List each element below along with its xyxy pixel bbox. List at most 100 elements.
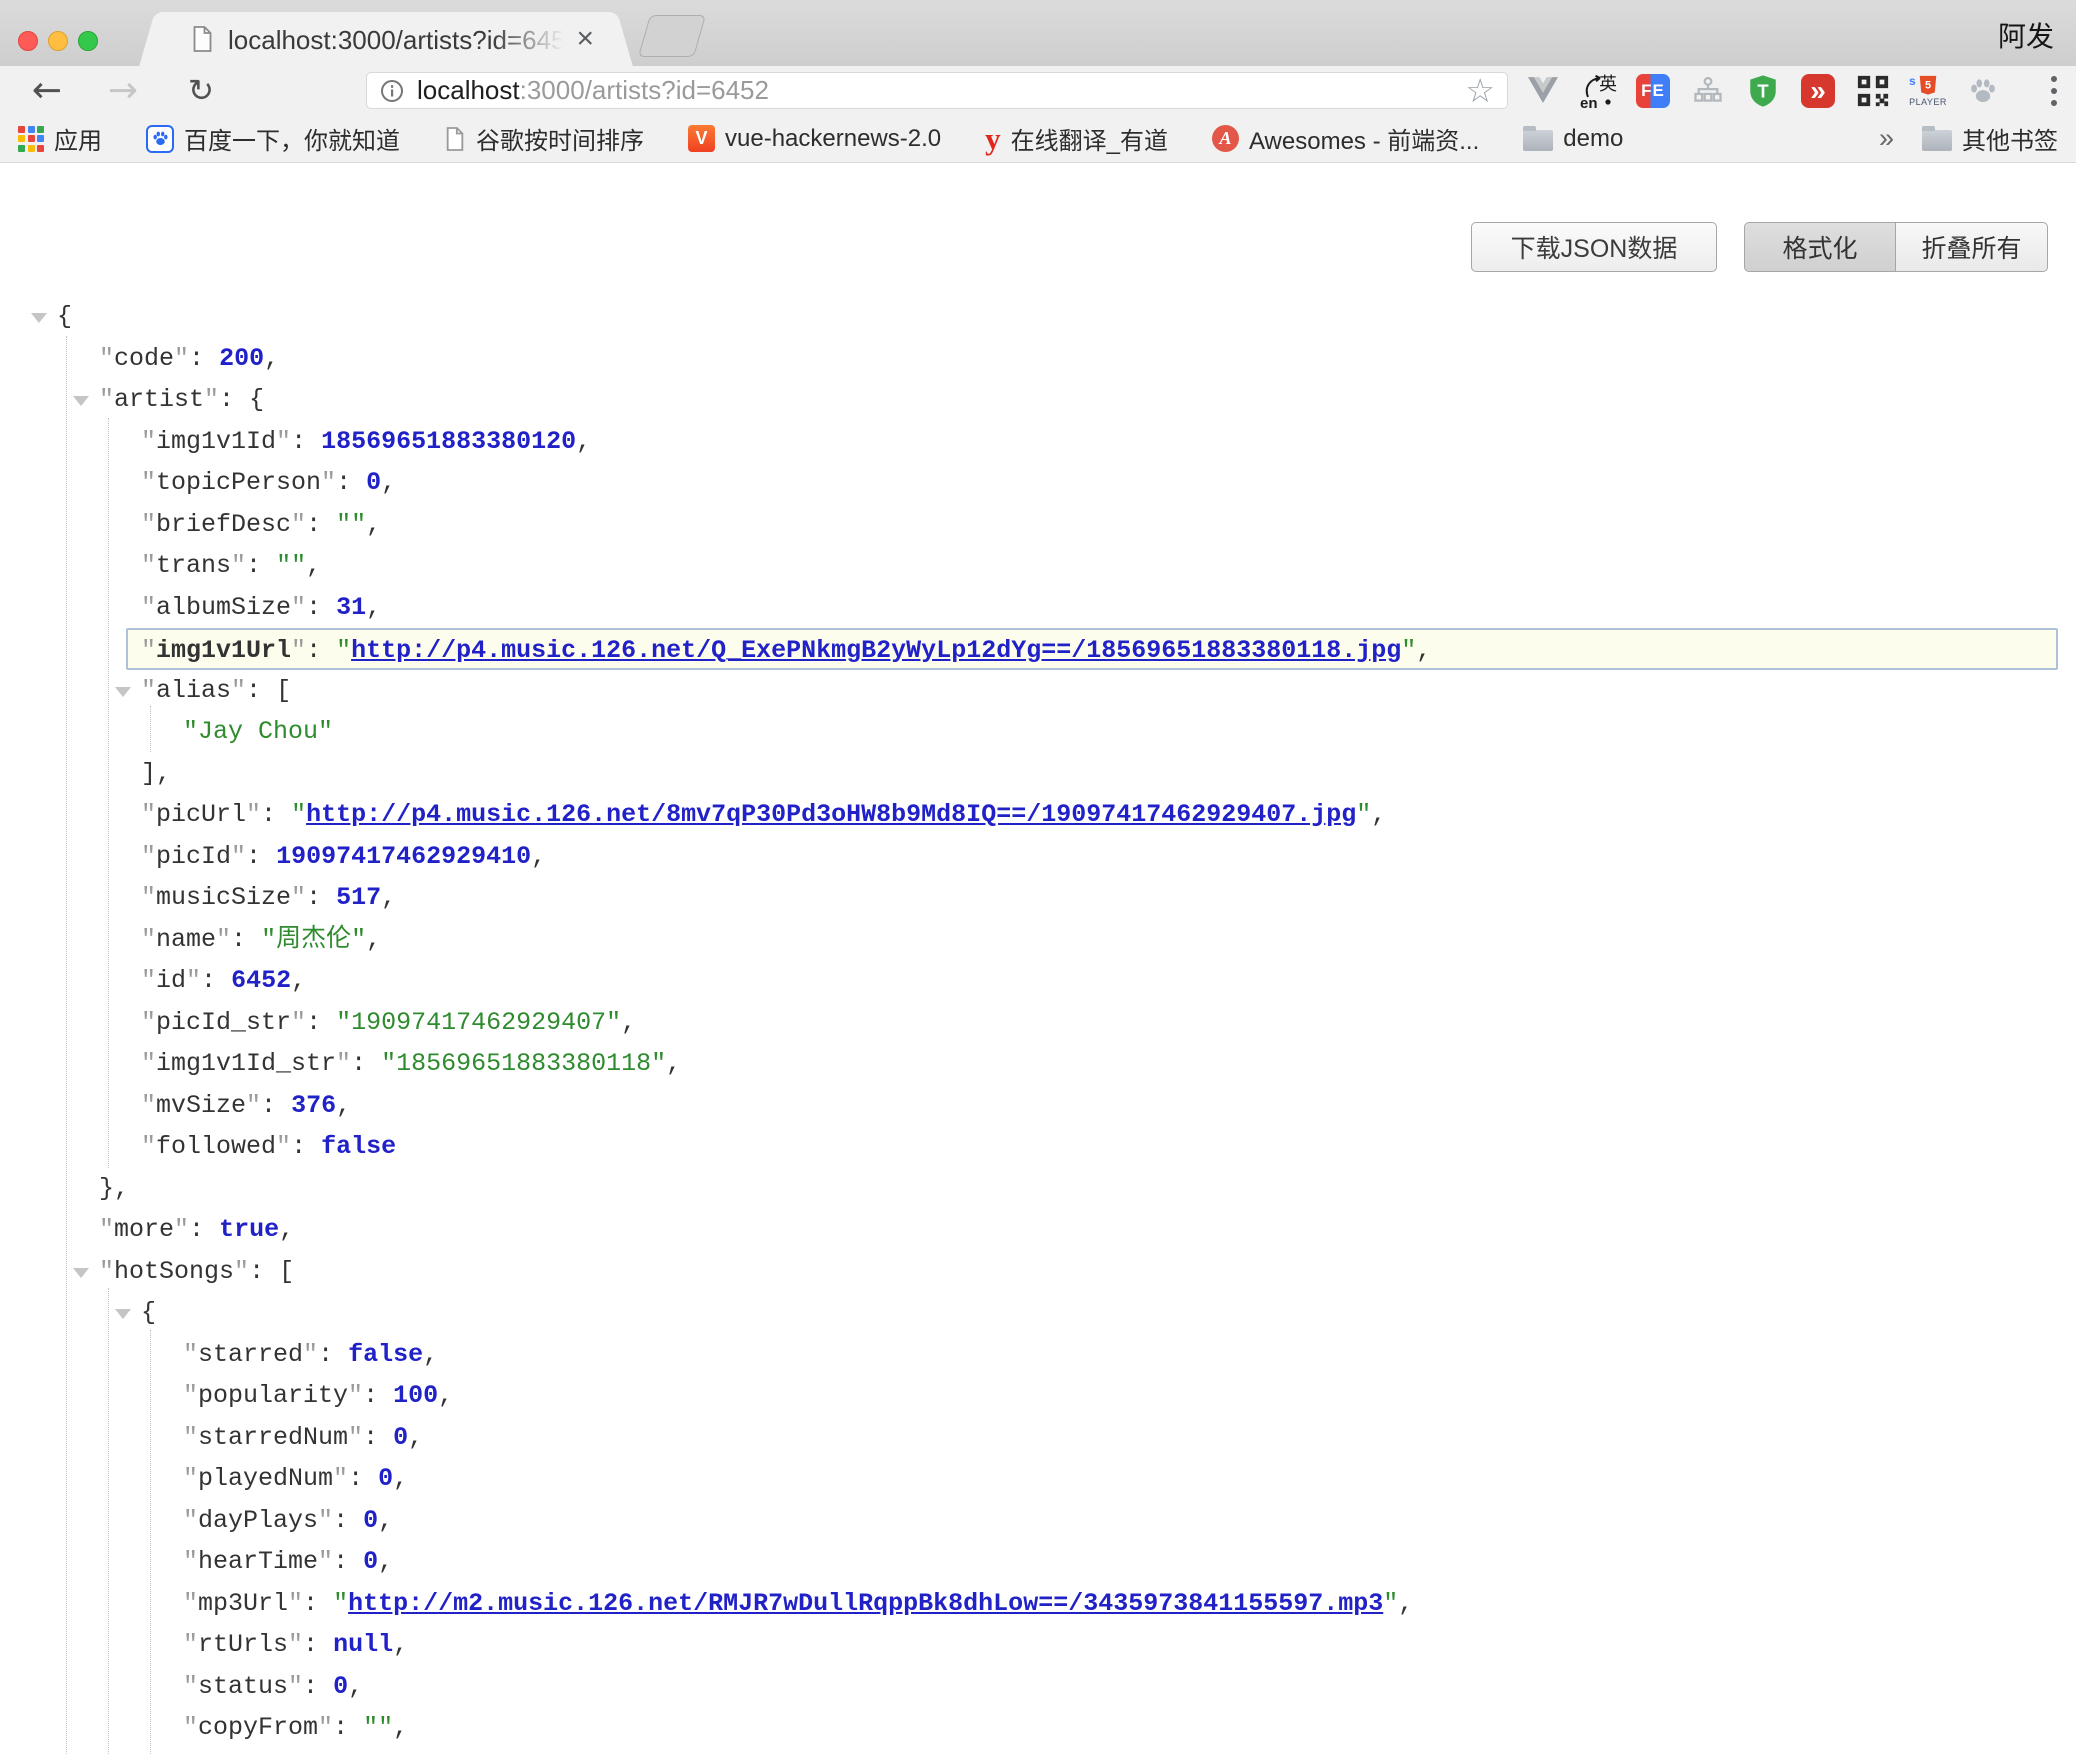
- json-row: "more": true,: [0, 1209, 2076, 1251]
- tab-title-fade: [492, 22, 576, 60]
- collapse-toggle-icon[interactable]: [115, 1309, 131, 1319]
- collapse-toggle-icon[interactable]: [115, 687, 131, 697]
- json-row: {: [0, 1292, 2076, 1334]
- json-row: "artist": {: [0, 379, 2076, 421]
- json-row: "picUrl": "http://p4.music.126.net/8mv7q…: [0, 794, 2076, 836]
- json-row: "starredNum": 0,: [0, 1417, 2076, 1459]
- collapse-all-button[interactable]: 折叠所有: [1896, 222, 2048, 272]
- json-row: "rtUrls": null,: [0, 1624, 2076, 1666]
- profile-name[interactable]: 阿发: [1998, 15, 2054, 55]
- json-row: "id": 6452,: [0, 960, 2076, 1002]
- tampermonkey-icon[interactable]: T: [1744, 72, 1782, 110]
- bookmark-label: vue-hackernews-2.0: [725, 125, 941, 153]
- json-link[interactable]: http://p4.music.126.net/Q_ExePNkmgB2yWyL…: [351, 636, 1401, 665]
- url-text[interactable]: localhost:3000/artists?id=6452: [417, 75, 769, 106]
- bookmark-label: Awesomes - 前端资...: [1249, 121, 1479, 156]
- json-link[interactable]: http://m2.music.126.net/RMJR7wDullRqppBk…: [348, 1589, 1383, 1618]
- json-row: "trans": "",: [0, 545, 2076, 587]
- json-row: "musicSize": 517,: [0, 877, 2076, 919]
- collapse-toggle-icon[interactable]: [73, 1268, 89, 1278]
- json-viewer: {"code": 200,"artist": {"img1v1Id": 1856…: [0, 296, 2076, 1754]
- collapse-toggle-icon[interactable]: [31, 313, 47, 323]
- json-row: "alias": [: [0, 670, 2076, 712]
- html5-player-icon[interactable]: s 5 PLAYER: [1909, 72, 1947, 110]
- json-row: "briefDesc": "",: [0, 504, 2076, 546]
- bookmark-item[interactable]: Vvue-hackernews-2.0: [688, 125, 941, 153]
- forward-button: →: [100, 66, 146, 115]
- other-bookmarks-folder[interactable]: 其他书签: [1922, 121, 2058, 156]
- json-row: ],: [0, 753, 2076, 795]
- bookmark-item[interactable]: 百度一下，你就知道: [146, 121, 400, 156]
- fastforward-icon[interactable]: »: [1799, 72, 1837, 110]
- json-row: "popularity": 100,: [0, 1375, 2076, 1417]
- paw-icon[interactable]: [1964, 72, 2002, 110]
- bookmark-item[interactable]: y在线翻译_有道: [985, 121, 1168, 156]
- bookmark-label: 其他书签: [1962, 121, 2058, 156]
- json-row: "img1v1Id": 18569651883380120,: [0, 421, 2076, 463]
- new-tab-button[interactable]: [638, 15, 706, 57]
- json-row: "dayPlays": 0,: [0, 1500, 2076, 1542]
- bookmarks-left: 应用 百度一下，你就知道 谷歌按时间排序 Vvue-hackernews-2.0 y…: [18, 121, 1623, 156]
- tab-strip: localhost:3000/artists?id=645 × 阿发: [0, 0, 2076, 66]
- json-row: "img1v1Url": "http://p4.music.126.net/Q_…: [126, 628, 2058, 670]
- minimize-window-button[interactable]: [48, 31, 68, 51]
- reload-button[interactable]: ↻: [178, 66, 224, 115]
- bookmark-label: 谷歌按时间排序: [476, 121, 644, 156]
- json-row: "hotSongs": [: [0, 1251, 2076, 1293]
- bookmarks-right: » 其他书签: [1879, 121, 2058, 156]
- address-bar[interactable]: localhost:3000/artists?id=6452 ☆: [366, 72, 1508, 109]
- bookmark-label: demo: [1563, 125, 1623, 153]
- json-row: },: [0, 1168, 2076, 1210]
- json-row: "copyFrom": "",: [0, 1707, 2076, 1749]
- translate-icon[interactable]: 英en: [1579, 72, 1617, 110]
- json-row: "albumSize": 31,: [0, 587, 2076, 629]
- svg-text:T: T: [1757, 80, 1769, 101]
- fe-icon[interactable]: FE: [1634, 72, 1672, 110]
- extension-icons: 英en FE T » s 5 PLAYER: [1524, 66, 2002, 115]
- url-host: localhost: [417, 75, 520, 105]
- json-link[interactable]: http://p4.music.126.net/8mv7qP30Pd3oHW8b…: [306, 800, 1356, 829]
- view-mode-button-group: 格式化 折叠所有: [1744, 222, 2048, 272]
- json-row: "status": 0,: [0, 1666, 2076, 1708]
- qrcode-icon[interactable]: [1854, 72, 1892, 110]
- bookmark-label: 应用: [54, 121, 102, 156]
- bookmarks-overflow-icon[interactable]: »: [1879, 123, 1894, 154]
- vue-icon: V: [688, 125, 715, 152]
- download-json-button[interactable]: 下载JSON数据: [1471, 222, 1717, 272]
- apps-grid-icon: [18, 126, 44, 152]
- youdao-icon: y: [985, 125, 1001, 153]
- json-row: "hearTime": 0,: [0, 1541, 2076, 1583]
- tab-close-icon[interactable]: ×: [576, 22, 594, 56]
- json-row: "playedNum": 0,: [0, 1458, 2076, 1500]
- url-path: :3000/artists?id=6452: [520, 75, 769, 105]
- json-row: "followed": false: [0, 1126, 2076, 1168]
- json-row: "starred": false,: [0, 1334, 2076, 1376]
- json-row: "topicPerson": 0,: [0, 462, 2076, 504]
- format-button[interactable]: 格式化: [1744, 222, 1896, 272]
- vue-devtools-icon[interactable]: [1524, 72, 1562, 110]
- json-row: {: [0, 296, 2076, 338]
- json-row: "Jay Chou": [0, 711, 2076, 753]
- folder-icon: [1922, 130, 1952, 151]
- page-info-icon[interactable]: [380, 79, 404, 103]
- sitemap-icon[interactable]: [1689, 72, 1727, 110]
- bookmark-item[interactable]: 谷歌按时间排序: [444, 121, 644, 156]
- json-row: "name": "周杰伦",: [0, 919, 2076, 961]
- bookmark-item[interactable]: demo: [1523, 125, 1623, 153]
- bookmark-item[interactable]: 应用: [18, 121, 102, 156]
- json-row: "picId_str": "19097417462929407",: [0, 1002, 2076, 1044]
- bookmark-item[interactable]: AAwesomes - 前端资...: [1212, 121, 1479, 156]
- chrome-menu-icon[interactable]: [2036, 72, 2072, 109]
- json-row: "mvSize": 376,: [0, 1085, 2076, 1127]
- back-button[interactable]: ←: [24, 66, 70, 115]
- json-row: "mp3Url": "http://m2.music.126.net/RMJR7…: [0, 1583, 2076, 1625]
- page-favicon-icon: [190, 25, 215, 53]
- json-row: "code": 200,: [0, 338, 2076, 380]
- browser-tab[interactable]: localhost:3000/artists?id=645 ×: [162, 12, 610, 66]
- bookmark-star-icon[interactable]: ☆: [1465, 74, 1495, 107]
- json-row: "img1v1Id_str": "18569651883380118",: [0, 1043, 2076, 1085]
- fullscreen-window-button[interactable]: [78, 31, 98, 51]
- json-row: "picId": 19097417462929410,: [0, 836, 2076, 878]
- collapse-toggle-icon[interactable]: [73, 396, 89, 406]
- close-window-button[interactable]: [18, 31, 38, 51]
